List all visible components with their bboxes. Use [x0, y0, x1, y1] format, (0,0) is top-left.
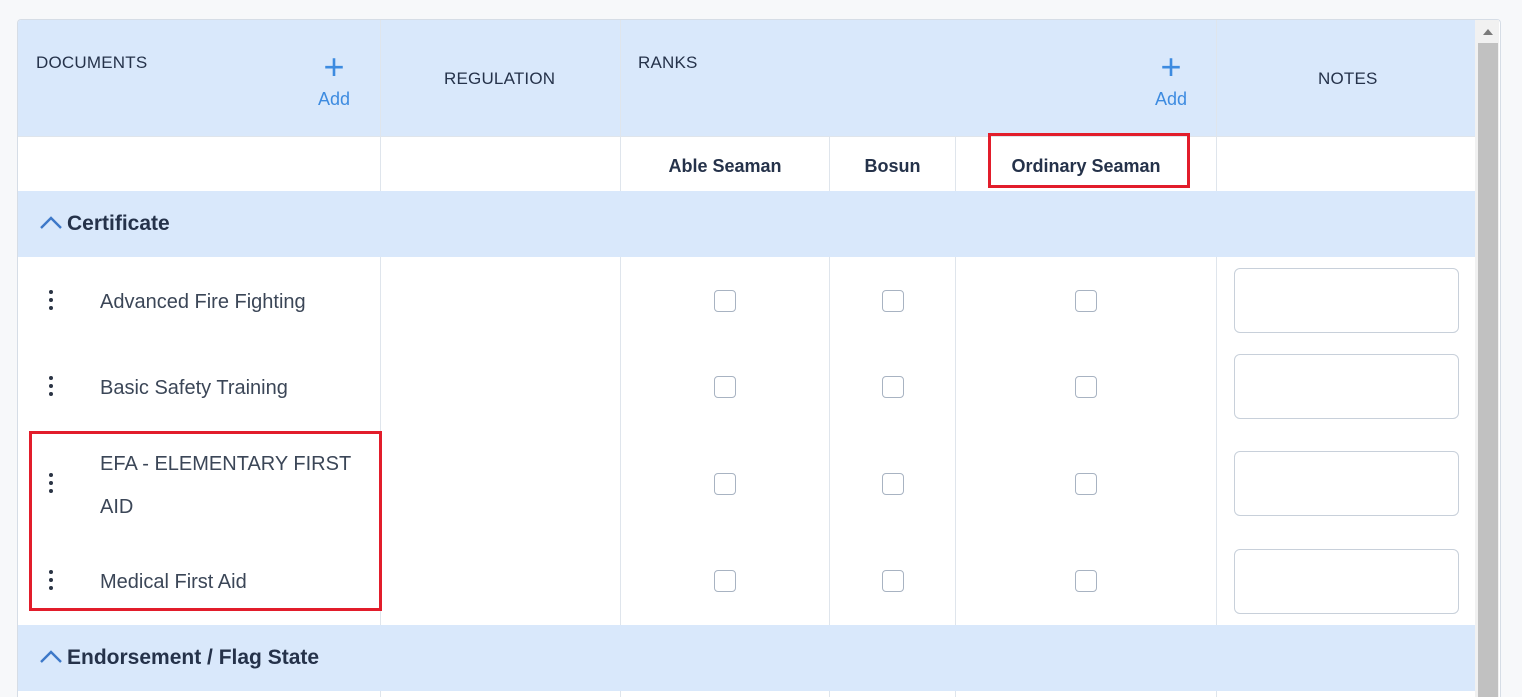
checkbox-able-seaman[interactable]	[714, 570, 736, 592]
rank-ordinary-seaman: Ordinary Seaman	[1011, 156, 1161, 176]
checkbox-ordinary-seaman[interactable]	[1075, 376, 1097, 398]
requirements-matrix: DOCUMENTS + Add REGULATION RANKS + Add N…	[17, 19, 1501, 697]
checkbox-bosun[interactable]	[882, 570, 904, 592]
checkbox-ordinary-seaman[interactable]	[1075, 570, 1097, 592]
notes-input[interactable]	[1234, 451, 1459, 516]
rank-able-seaman: Able Seaman	[668, 156, 782, 176]
notes-header: NOTES	[1318, 69, 1378, 88]
add-document-label: Add	[317, 89, 351, 109]
column-divider	[620, 20, 621, 697]
checkbox-able-seaman[interactable]	[714, 290, 736, 312]
plus-icon: +	[1160, 46, 1182, 87]
document-name: Basic Safety Training	[100, 377, 288, 399]
scroll-up-arrow-icon[interactable]	[1483, 29, 1493, 35]
plus-icon: +	[323, 46, 345, 87]
checkbox-ordinary-seaman[interactable]	[1075, 290, 1097, 312]
rank-bosun: Bosun	[864, 156, 921, 176]
column-divider	[380, 20, 381, 697]
document-name: EFA - ELEMENTARY FIRST AID	[100, 453, 352, 518]
scrollbar-thumb[interactable]	[1478, 43, 1498, 697]
chevron-up-icon[interactable]	[38, 648, 64, 668]
column-divider	[1216, 20, 1217, 697]
checkbox-bosun[interactable]	[882, 473, 904, 495]
chevron-up-icon[interactable]	[38, 214, 64, 234]
add-document-button[interactable]: + Add	[304, 46, 364, 110]
notes-input[interactable]	[1234, 268, 1459, 333]
checkbox-bosun[interactable]	[882, 290, 904, 312]
row-menu-icon[interactable]	[45, 376, 57, 400]
ranks-header: RANKS	[638, 53, 698, 72]
checkbox-ordinary-seaman[interactable]	[1075, 473, 1097, 495]
group-title: Certificate	[67, 212, 170, 235]
checkbox-able-seaman[interactable]	[714, 473, 736, 495]
document-name: Advanced Fire Fighting	[100, 291, 306, 313]
notes-input[interactable]	[1234, 549, 1459, 614]
table-header	[18, 20, 1476, 136]
add-rank-label: Add	[1154, 89, 1188, 109]
notes-input[interactable]	[1234, 354, 1459, 419]
group-title: Endorsement / Flag State	[67, 646, 320, 669]
documents-header: DOCUMENTS	[36, 53, 148, 72]
row-menu-icon[interactable]	[45, 290, 57, 314]
regulation-header: REGULATION	[444, 69, 556, 88]
checkbox-bosun[interactable]	[882, 376, 904, 398]
row-menu-icon[interactable]	[45, 473, 57, 497]
group-endorsement[interactable]: Endorsement / Flag State	[18, 625, 1476, 691]
row-menu-icon[interactable]	[45, 570, 57, 594]
group-certificate[interactable]: Certificate	[18, 191, 1476, 257]
add-rank-button[interactable]: + Add	[1141, 46, 1201, 110]
document-name: Medical First Aid	[100, 571, 247, 593]
checkbox-able-seaman[interactable]	[714, 376, 736, 398]
